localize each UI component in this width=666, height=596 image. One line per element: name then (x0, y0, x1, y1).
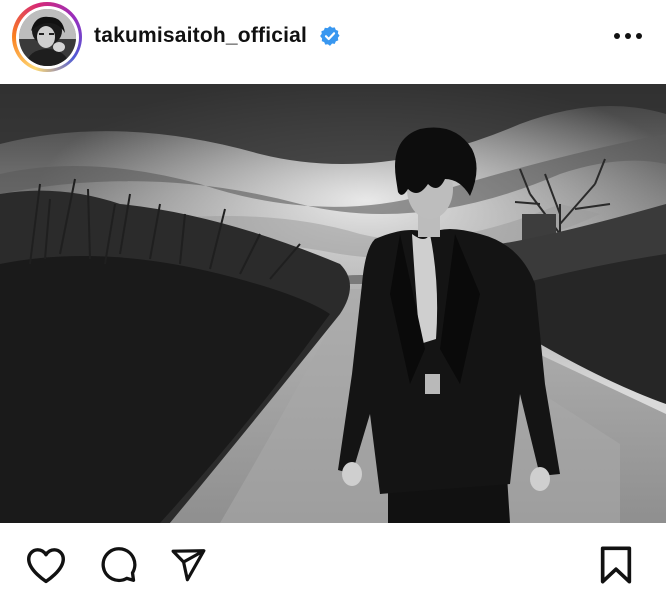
username-link[interactable]: takumisaitoh_official (94, 22, 307, 50)
avatar-image (18, 8, 76, 66)
verified-badge-icon (320, 26, 340, 46)
post-action-bar (0, 523, 666, 596)
like-button[interactable] (24, 543, 68, 587)
post-image (0, 84, 666, 523)
save-button[interactable] (594, 543, 638, 587)
avatar[interactable] (18, 8, 76, 66)
heart-outline-icon (26, 548, 65, 584)
more-options-button[interactable] (608, 24, 648, 48)
paper-plane-icon (171, 549, 206, 582)
comment-bubble-icon (101, 547, 137, 583)
story-ring[interactable] (12, 2, 82, 72)
post-header: takumisaitoh_official (0, 0, 666, 84)
post-photo[interactable] (0, 84, 666, 523)
share-button[interactable] (166, 543, 210, 587)
more-horizontal-icon (614, 33, 642, 39)
comment-button[interactable] (96, 543, 140, 587)
bookmark-outline-icon (600, 546, 632, 584)
